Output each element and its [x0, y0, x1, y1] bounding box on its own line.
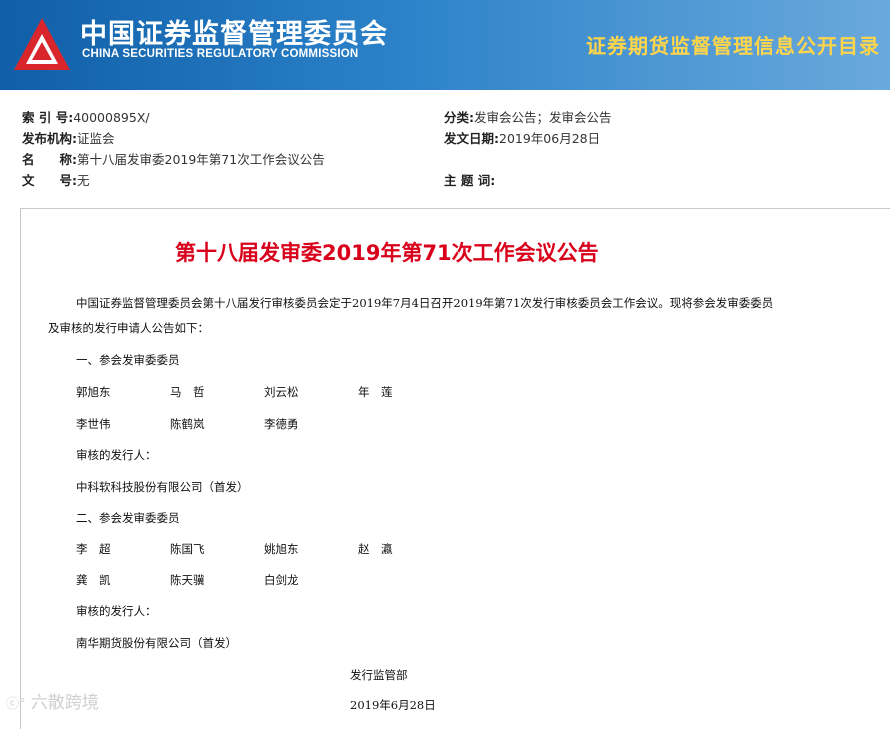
- section-title: 证券期货监督管理信息公开目录: [586, 34, 880, 58]
- index-row: 索 引 号:40000895X/: [22, 109, 150, 127]
- category-row: 分类:发审会公告；发审会公告: [444, 109, 612, 127]
- category-value: 发审会公告；发审会公告: [474, 110, 612, 125]
- member-name: 陈国飞: [170, 542, 205, 556]
- section1-title: 一、参会发审委委员: [76, 353, 180, 367]
- section1-applicant: 中科软科技股份有限公司（首发）: [76, 480, 249, 494]
- header-banner: 中国证券监督管理委员会 CHINA SECURITIES REGULATORY …: [0, 0, 890, 90]
- section2-applicant-label: 审核的发行人：: [76, 604, 157, 618]
- csrc-logo-icon: [14, 18, 70, 70]
- member-name: 姚旭东: [264, 542, 299, 556]
- section2-title: 二、参会发审委委员: [76, 511, 180, 525]
- watermark-text: 六散跨境: [30, 693, 99, 713]
- publisher-label: 发布机构:: [22, 131, 77, 146]
- keywords-row: 主 题 词:: [444, 172, 495, 190]
- docno-value: 无: [77, 173, 90, 188]
- name-row: 名 称:第十八届发审委2019年第71次工作会议公告: [22, 151, 325, 169]
- member-name: 刘云松: [264, 385, 299, 399]
- member-name: 李世伟: [76, 417, 111, 431]
- publisher-row: 发布机构:证监会: [22, 130, 115, 148]
- section1-applicant-label: 审核的发行人：: [76, 448, 157, 462]
- intro-line-2: 及审核的发行申请人公告如下：: [48, 321, 209, 335]
- section2-applicant: 南华期货股份有限公司（首发）: [76, 636, 237, 650]
- signature-date: 2019年6月28日: [350, 698, 436, 712]
- member-name: 陈天骥: [170, 573, 205, 587]
- index-label: 索 引 号:: [22, 110, 74, 125]
- member-name: 陈鹤岚: [170, 417, 205, 431]
- member-name: 白剑龙: [264, 573, 299, 587]
- signature-department: 发行监管部: [350, 668, 408, 682]
- name-label: 名 称:: [22, 152, 77, 167]
- intro-line-1: 中国证券监督管理委员会第十八届发行审核委员会定于2019年7月4日召开2019年…: [76, 296, 774, 310]
- date-row: 发文日期:2019年06月28日: [444, 130, 600, 148]
- member-name: 龚 凯: [76, 573, 111, 587]
- member-name: 年 莲: [358, 385, 393, 399]
- watermark-icon: ⓒ°: [6, 697, 26, 712]
- date-label: 发文日期:: [444, 131, 499, 146]
- docno-row: 文 号:无: [22, 172, 90, 190]
- index-value: 40000895X/: [73, 110, 150, 125]
- keywords-label: 主 题 词:: [444, 173, 496, 188]
- org-name-en: CHINA SECURITIES REGULATORY COMMISSION: [82, 48, 359, 60]
- member-name: 李德勇: [264, 417, 299, 431]
- category-label: 分类:: [444, 110, 474, 125]
- member-name: 郭旭东: [76, 385, 111, 399]
- document-title: 第十八届发审委2019年第71次工作会议公告: [175, 241, 599, 265]
- publisher-value: 证监会: [77, 131, 115, 146]
- member-name: 马 哲: [170, 385, 205, 399]
- member-name: 李 超: [76, 542, 111, 556]
- date-value: 2019年06月28日: [499, 131, 601, 146]
- watermark: ⓒ° 六散跨境: [6, 688, 99, 713]
- member-name: 赵 瀛: [358, 542, 393, 556]
- name-value: 第十八届发审委2019年第71次工作会议公告: [77, 152, 325, 167]
- org-name-cn: 中国证券监督管理委员会: [80, 19, 388, 50]
- docno-label: 文 号:: [22, 173, 77, 188]
